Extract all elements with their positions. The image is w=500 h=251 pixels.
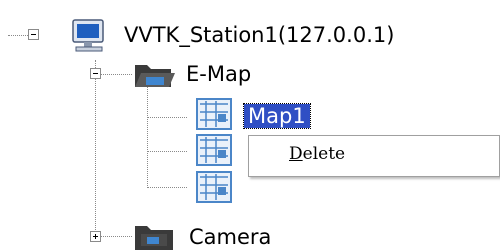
camera-node-label[interactable]: Camera [189, 225, 271, 249]
tree-connector [147, 187, 187, 188]
menu-item-delete-text: elete [302, 144, 346, 164]
tree-connector [8, 35, 28, 36]
emap-node-label[interactable]: E-Map [186, 62, 251, 86]
map-icon [196, 98, 232, 130]
map1-node-label[interactable]: Map1 [243, 103, 311, 129]
map-icon [196, 134, 232, 166]
camera-folder-icon [135, 226, 173, 250]
tree-connector [147, 117, 187, 118]
station-collapse-toggle[interactable] [28, 29, 39, 40]
menu-item-delete-mnemonic: D [289, 144, 303, 164]
map-icon [196, 171, 232, 203]
monitor-icon [72, 19, 104, 52]
tree-connector [100, 74, 132, 75]
tree-connector [100, 236, 132, 237]
menu-item-delete[interactable]: Delete [289, 144, 345, 164]
open-folder-icon [135, 65, 175, 87]
tree-connector [147, 84, 148, 188]
device-tree: VVTK_Station1(127.0.0.1) E-Map Map1 Came… [0, 0, 500, 251]
station-node-label[interactable]: VVTK_Station1(127.0.0.1) [124, 23, 394, 47]
camera-expand-toggle[interactable] [90, 231, 101, 242]
context-menu: Delete [248, 135, 500, 177]
emap-collapse-toggle[interactable] [90, 68, 101, 79]
tree-connector [95, 60, 96, 230]
tree-connector [147, 151, 187, 152]
